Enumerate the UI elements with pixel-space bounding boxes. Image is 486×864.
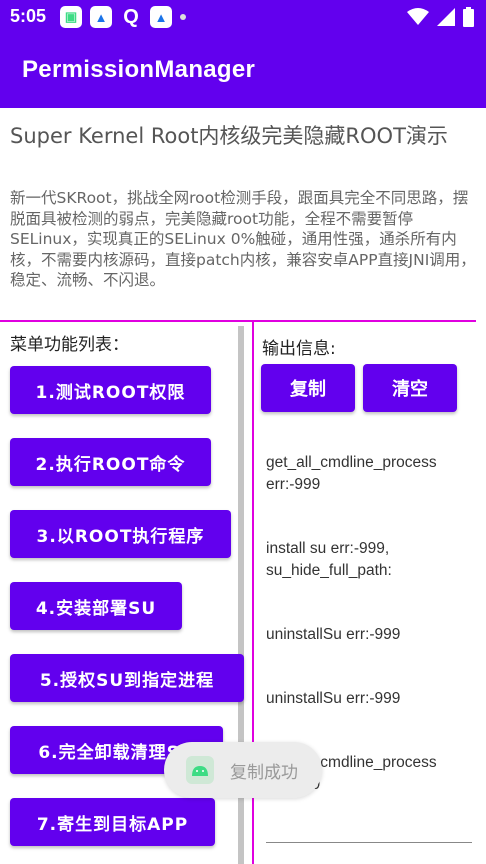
- output-title: 输出信息:: [262, 339, 336, 359]
- status-time: 5:05: [10, 6, 47, 26]
- menu-title: 菜单功能列表：: [10, 335, 129, 355]
- android-app-icon: ▣: [60, 6, 82, 28]
- headline: Super Kernel Root内核级完美隐藏ROOT演示: [10, 124, 448, 148]
- q-app-icon: Q: [123, 5, 139, 28]
- system-icons: [407, 7, 474, 27]
- signal-icon: [437, 8, 455, 26]
- output-line: install su err:-999, su_hide_full_path:: [266, 540, 392, 579]
- output-line: uninstallSu err:-999: [266, 626, 401, 643]
- description: 新一代SKRoot，挑战全网root检测手段，跟面具完全不同思路，摆脱面具被检测…: [10, 189, 476, 289]
- run-as-root-button[interactable]: 3.以ROOT执行程序: [10, 510, 231, 558]
- app-bar: PermissionManager: [0, 34, 486, 108]
- toast-text: 复制成功: [230, 762, 298, 783]
- status-bar: 5:05 ▣ ▲ Q ▲: [0, 0, 486, 34]
- output-underline: [266, 842, 472, 843]
- more-notifications-icon: [180, 14, 186, 20]
- app-title: PermissionManager: [22, 56, 256, 83]
- clear-button[interactable]: 清空: [363, 364, 457, 412]
- notification-icons: ▣ ▲ Q ▲: [60, 6, 186, 28]
- wifi-icon: [407, 8, 429, 25]
- toast: 复制成功: [164, 742, 322, 798]
- photo-app-icon: ▲: [90, 6, 112, 28]
- output-line: uninstallSu err:-999: [266, 690, 401, 707]
- exec-root-command-button[interactable]: 2.执行ROOT命令: [10, 438, 211, 486]
- inject-target-app-button[interactable]: 7.寄生到目标APP: [10, 798, 215, 846]
- horizontal-divider: [0, 320, 476, 322]
- grant-su-button[interactable]: 5.授权SU到指定进程: [10, 654, 244, 702]
- photo-app-icon-2: ▲: [150, 6, 172, 28]
- battery-icon: [463, 7, 474, 27]
- android-icon: [186, 756, 214, 784]
- test-root-button[interactable]: 1.测试ROOT权限: [10, 366, 211, 414]
- copy-button[interactable]: 复制: [261, 364, 355, 412]
- install-su-button[interactable]: 4.安装部署SU: [10, 582, 182, 630]
- output-line: get_all_cmdline_process err:-999: [266, 454, 437, 493]
